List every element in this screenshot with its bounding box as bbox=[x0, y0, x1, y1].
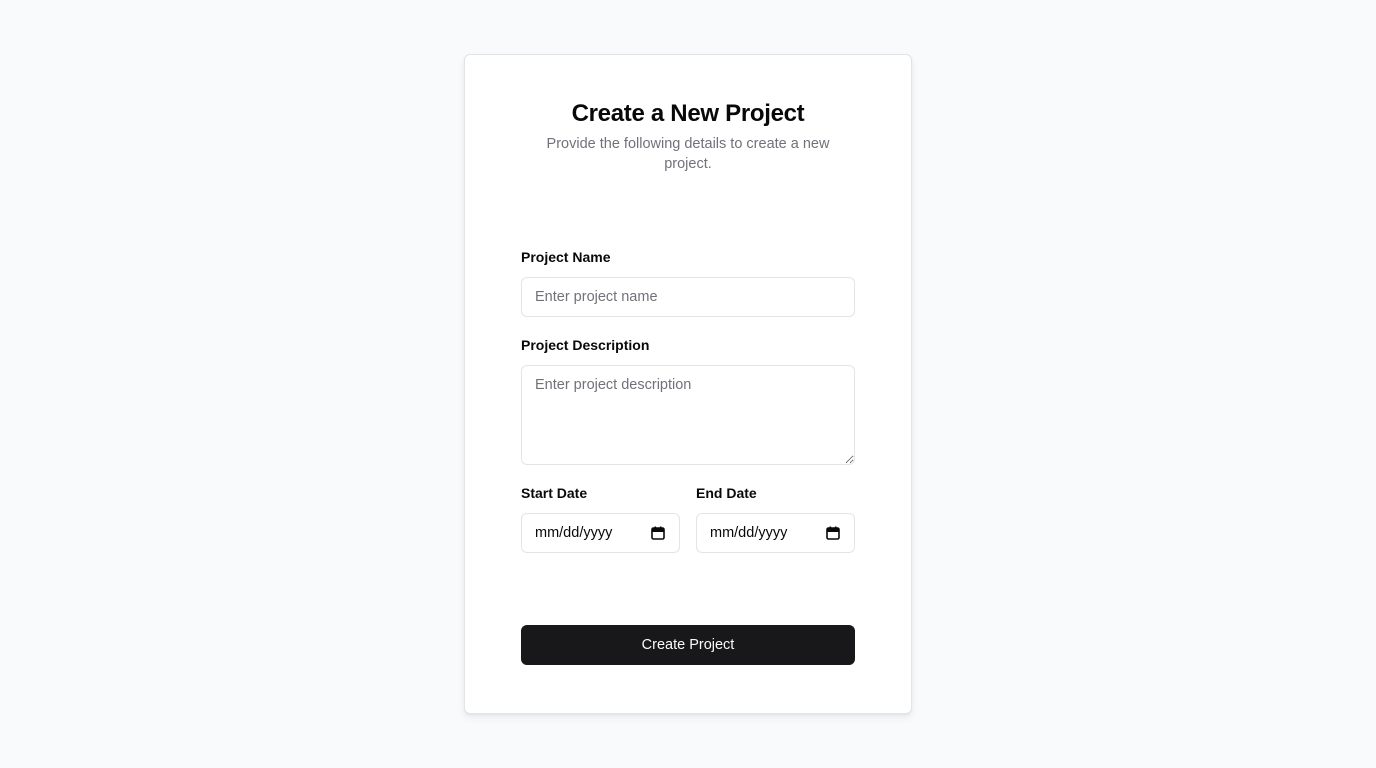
create-project-button[interactable]: Create Project bbox=[521, 625, 855, 665]
start-date-label: Start Date bbox=[521, 485, 588, 501]
end-date-label: End Date bbox=[696, 485, 757, 501]
end-date-input[interactable]: mm/dd/yyyy bbox=[696, 513, 855, 553]
project-name-label: Project Name bbox=[521, 249, 611, 265]
project-name-input[interactable] bbox=[521, 277, 855, 317]
project-description-textarea[interactable] bbox=[521, 365, 855, 465]
start-date-placeholder: mm/dd/yyyy bbox=[535, 525, 613, 541]
calendar-icon[interactable] bbox=[826, 526, 840, 540]
calendar-icon[interactable] bbox=[651, 526, 665, 540]
start-date-input[interactable]: mm/dd/yyyy bbox=[521, 513, 680, 553]
page-subtitle: Provide the following details to create … bbox=[546, 136, 830, 172]
page-title: Create a New Project bbox=[571, 100, 805, 127]
project-description-label: Project Description bbox=[521, 337, 650, 353]
end-date-placeholder: mm/dd/yyyy bbox=[710, 525, 788, 541]
create-project-card: Create a New Project Provide the followi… bbox=[464, 54, 912, 714]
